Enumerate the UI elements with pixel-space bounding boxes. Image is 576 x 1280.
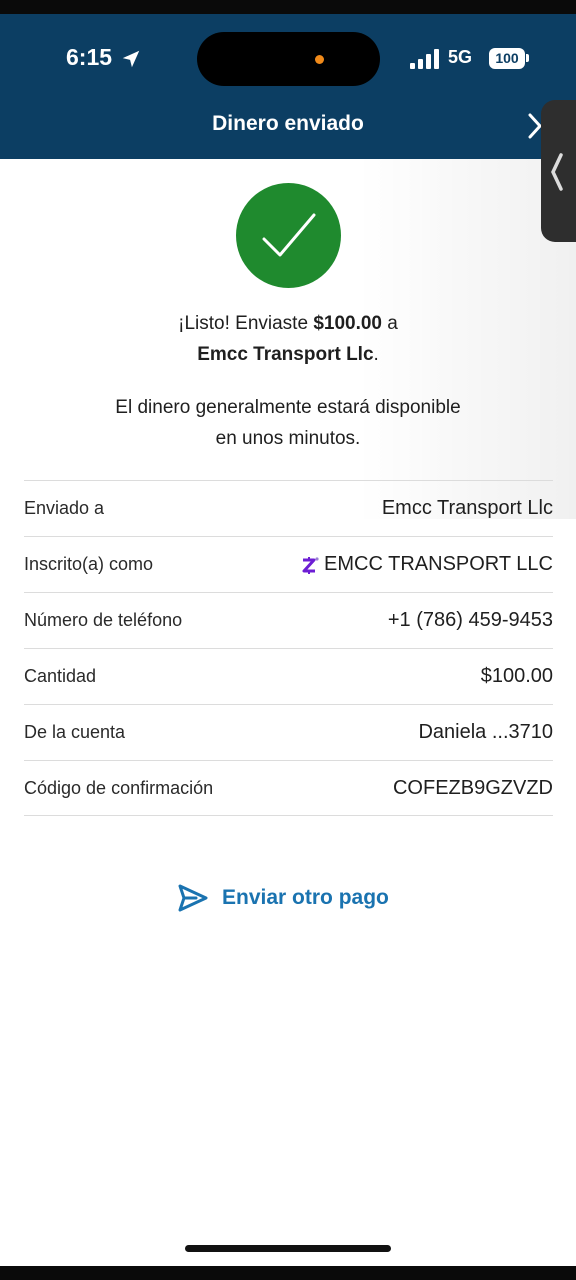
detail-label: Número de teléfono — [24, 610, 183, 630]
detail-row-amount: Cantidad $100.00 — [24, 648, 553, 704]
success-checkmark-icon — [236, 183, 341, 288]
detail-label: Inscrito(a) como — [24, 554, 154, 574]
confirmation-recipient: Emcc Transport Llc — [197, 344, 374, 365]
detail-row-enrolled-as: Inscrito(a) como EMCC TRANSPORT LLC — [24, 536, 553, 592]
detail-label: Cantidad — [24, 666, 97, 686]
send-icon — [178, 884, 208, 912]
confirmation-line-2: Emcc Transport Llc. — [0, 344, 576, 366]
availability-line-2: en unos minutos. — [215, 428, 361, 449]
detail-value: $100.00 — [480, 665, 553, 687]
send-another-payment-button[interactable]: Enviar otro pago — [176, 880, 389, 916]
detail-label: Código de confirmación — [24, 777, 214, 798]
dynamic-island — [197, 32, 380, 86]
confirmation-amount: $100.00 — [313, 313, 382, 334]
detail-value: Daniela ...3710 — [418, 721, 553, 743]
detail-row-sent-to: Enviado a Emcc Transport Llc — [24, 480, 553, 536]
confirmation-line-1: ¡Listo! Enviaste $100.00 a — [0, 313, 576, 335]
privacy-indicator-dot — [315, 55, 324, 64]
bottom-edge — [0, 1266, 576, 1280]
battery-icon: 100 — [489, 48, 525, 69]
signal-icon — [410, 49, 439, 69]
network-type: 5G — [448, 47, 473, 67]
detail-label: Enviado a — [24, 498, 105, 518]
detail-value: EMCC TRANSPORT LLC — [298, 553, 553, 576]
enrolled-name: EMCC TRANSPORT LLC — [324, 553, 553, 575]
confirmation-suffix: a — [382, 313, 398, 334]
detail-row-phone: Número de teléfono +1 (786) 459-9453 — [24, 592, 553, 648]
top-edge — [0, 0, 576, 14]
detail-value: +1 (786) 459-9453 — [387, 609, 553, 631]
detail-row-confirmation-code: Código de confirmación COFEZB9GZVZD — [24, 760, 553, 816]
send-another-payment-label: Enviar otro pago — [222, 886, 389, 909]
confirmation-period: . — [373, 344, 379, 365]
location-arrow-icon — [122, 50, 140, 68]
detail-row-from-account: De la cuenta Daniela ...3710 — [24, 704, 553, 760]
detail-value: COFEZB9GZVZD — [392, 776, 553, 799]
detail-value: Emcc Transport Llc — [381, 497, 553, 519]
availability-line-1: El dinero generalmente estará disponible — [115, 397, 461, 418]
chevron-left-icon — [551, 153, 563, 191]
status-time: 6:15 — [66, 44, 113, 70]
page-title: Dinero enviado — [212, 112, 364, 135]
home-indicator[interactable] — [185, 1245, 391, 1252]
confirmation-prefix: ¡Listo! Enviaste — [178, 313, 314, 334]
battery-tip — [526, 54, 529, 62]
details-list: Enviado a Emcc Transport Llc Inscrito(a)… — [24, 480, 553, 816]
zelle-icon — [302, 556, 319, 574]
detail-label: De la cuenta — [24, 722, 126, 742]
